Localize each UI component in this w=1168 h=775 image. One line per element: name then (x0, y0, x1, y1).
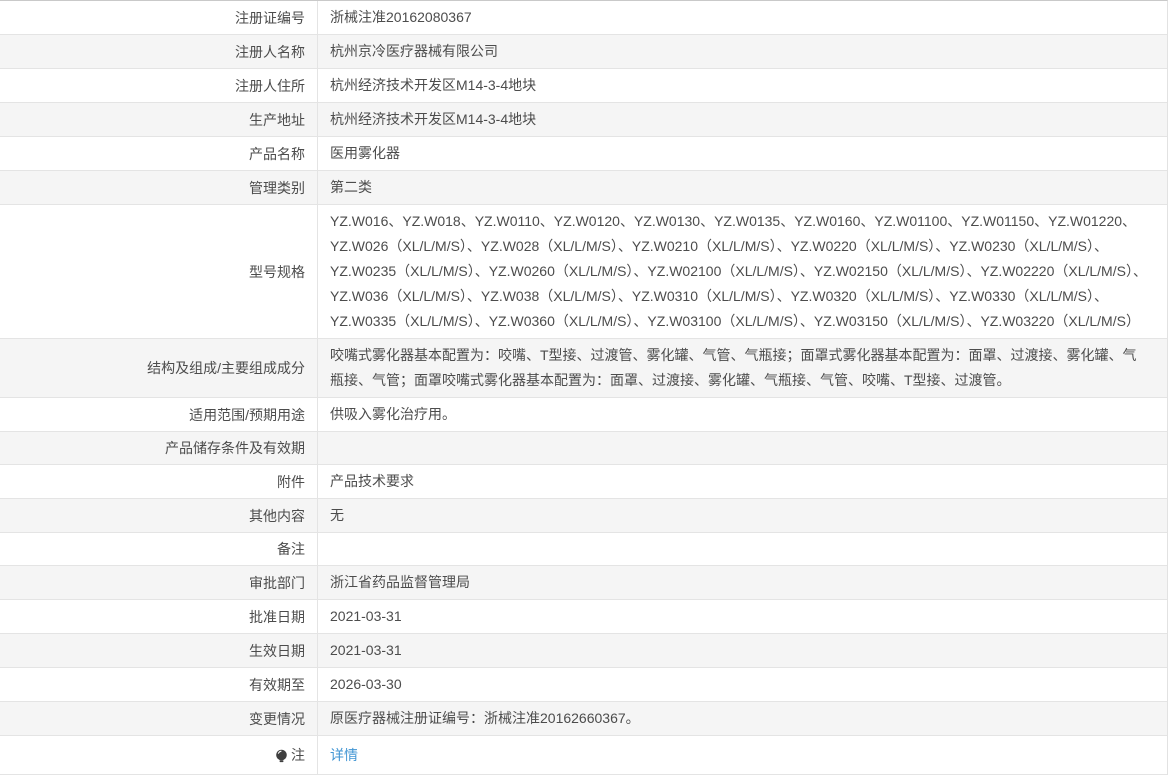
table-row-产品储存条件及有效期: 产品储存条件及有效期 (0, 432, 1167, 465)
row-label-cell: 生产地址 (0, 103, 318, 136)
row-label-cell: 注册人名称 (0, 35, 318, 68)
row-label: 审批部门 (249, 574, 305, 591)
row-value: 第二类 (330, 179, 372, 195)
row-label: 变更情况 (249, 710, 305, 727)
table-row-有效期至: 有效期至 2026-03-30 (0, 668, 1167, 702)
row-value-cell: 2021-03-31 (318, 600, 1167, 633)
row-value-cell: 杭州经济技术开发区M14-3-4地块 (318, 69, 1167, 102)
table-row-审批部门: 审批部门 浙江省药品监督管理局 (0, 566, 1167, 600)
row-label: 适用范围/预期用途 (189, 406, 305, 423)
row-label-cell: 审批部门 (0, 566, 318, 599)
row-value: 杭州经济技术开发区M14-3-4地块 (330, 77, 537, 93)
row-label-cell: 批准日期 (0, 600, 318, 633)
row-label: 产品名称 (249, 145, 305, 162)
registration-info-table: 注册证编号 浙械注准20162080367 注册人名称 杭州京冷医疗器械有限公司 (0, 0, 1168, 775)
row-label: 注 (291, 747, 305, 763)
row-label-cell: 备注 (0, 533, 318, 565)
row-label-cell: 型号规格 (0, 205, 318, 338)
row-value-cell: 咬嘴式雾化器基本配置为：咬嘴、T型接、过渡管、雾化罐、气管、气瓶接；面罩式雾化器… (318, 339, 1167, 397)
row-value-cell: 杭州经济技术开发区M14-3-4地块 (318, 103, 1167, 136)
lightbulb-icon (275, 749, 288, 764)
row-label-cell: 注册人住所 (0, 69, 318, 102)
table-row-注册证编号: 注册证编号 浙械注准20162080367 (0, 1, 1167, 35)
table-row-生效日期: 生效日期 2021-03-31 (0, 634, 1167, 668)
table-row-附件: 附件 产品技术要求 (0, 465, 1167, 499)
table-row-生产地址: 生产地址 杭州经济技术开发区M14-3-4地块 (0, 103, 1167, 137)
row-label: 管理类别 (249, 179, 305, 196)
row-label-cell: 产品储存条件及有效期 (0, 432, 318, 464)
row-value-cell: 2021-03-31 (318, 634, 1167, 667)
row-label-cell: 生效日期 (0, 634, 318, 667)
row-label-cell: 结构及组成/主要组成成分 (0, 339, 318, 397)
row-value: 浙械注准20162080367 (330, 9, 472, 25)
row-value: YZ.W016、YZ.W018、YZ.W0110、YZ.W0120、YZ.W01… (330, 213, 1147, 329)
row-label-cell: 注册证编号 (0, 1, 318, 34)
row-value-cell: 产品技术要求 (318, 465, 1167, 498)
detail-link[interactable]: 详情 (330, 743, 358, 768)
row-value-cell (318, 533, 1167, 565)
row-value: 无 (330, 507, 344, 523)
row-value: 杭州经济技术开发区M14-3-4地块 (330, 111, 537, 127)
row-value-cell: 浙械注准20162080367 (318, 1, 1167, 34)
row-value-cell: 医用雾化器 (318, 137, 1167, 170)
row-value-cell: 2026-03-30 (318, 668, 1167, 701)
row-value: 杭州京冷医疗器械有限公司 (330, 43, 498, 59)
row-label: 其他内容 (249, 507, 305, 524)
row-label-cell: 有效期至 (0, 668, 318, 701)
row-value: 产品技术要求 (330, 473, 414, 489)
row-label-cell: 注 (0, 736, 318, 774)
row-value: 2021-03-31 (330, 608, 402, 624)
row-value: 2026-03-30 (330, 676, 402, 692)
table-row-注: 注 详情 (0, 736, 1167, 775)
row-value-cell (318, 432, 1167, 464)
row-value: 2021-03-31 (330, 642, 402, 658)
row-label-cell: 管理类别 (0, 171, 318, 204)
table-row-变更情况: 变更情况 原医疗器械注册证编号：浙械注准20162660367。 (0, 702, 1167, 736)
table-row-注册人住所: 注册人住所 杭州经济技术开发区M14-3-4地块 (0, 69, 1167, 103)
table-row-批准日期: 批准日期 2021-03-31 (0, 600, 1167, 634)
row-label: 结构及组成/主要组成成分 (147, 360, 305, 376)
row-value-cell: 杭州京冷医疗器械有限公司 (318, 35, 1167, 68)
row-label: 注册人住所 (235, 77, 305, 94)
row-label: 型号规格 (249, 263, 305, 280)
row-value: 原医疗器械注册证编号：浙械注准20162660367。 (330, 710, 640, 726)
table-row-适用范围-预期用途: 适用范围/预期用途 供吸入雾化治疗用。 (0, 398, 1167, 432)
row-value-cell: 详情 (318, 736, 1167, 774)
table-row-型号规格: 型号规格 YZ.W016、YZ.W018、YZ.W0110、YZ.W0120、Y… (0, 205, 1167, 339)
table-row-管理类别: 管理类别 第二类 (0, 171, 1167, 205)
row-value-cell: 第二类 (318, 171, 1167, 204)
table-row-结构及组成-主要组成成分: 结构及组成/主要组成成分 咬嘴式雾化器基本配置为：咬嘴、T型接、过渡管、雾化罐、… (0, 339, 1167, 398)
row-label-cell: 产品名称 (0, 137, 318, 170)
row-label-cell: 适用范围/预期用途 (0, 398, 318, 431)
row-value-cell: 供吸入雾化治疗用。 (318, 398, 1167, 431)
row-label: 备注 (277, 541, 305, 557)
row-label: 产品储存条件及有效期 (165, 440, 305, 456)
table-row-其他内容: 其他内容 无 (0, 499, 1167, 533)
row-value: 供吸入雾化治疗用。 (330, 406, 456, 422)
row-value-cell: YZ.W016、YZ.W018、YZ.W0110、YZ.W0120、YZ.W01… (318, 205, 1167, 338)
row-value: 医用雾化器 (330, 145, 400, 161)
row-label: 注册人名称 (235, 43, 305, 60)
row-label: 批准日期 (249, 608, 305, 625)
row-value: 浙江省药品监督管理局 (330, 574, 470, 590)
row-value-cell: 原医疗器械注册证编号：浙械注准20162660367。 (318, 702, 1167, 735)
row-label-cell: 变更情况 (0, 702, 318, 735)
row-label: 生效日期 (249, 642, 305, 659)
row-label: 有效期至 (249, 676, 305, 693)
row-value: 咬嘴式雾化器基本配置为：咬嘴、T型接、过渡管、雾化罐、气管、气瓶接；面罩式雾化器… (330, 347, 1137, 388)
row-label: 附件 (277, 473, 305, 490)
row-label-cell: 附件 (0, 465, 318, 498)
row-value-cell: 无 (318, 499, 1167, 532)
row-label-cell: 其他内容 (0, 499, 318, 532)
row-label: 注册证编号 (235, 9, 305, 26)
row-label: 生产地址 (249, 111, 305, 128)
table-row-产品名称: 产品名称 医用雾化器 (0, 137, 1167, 171)
table-row-备注: 备注 (0, 533, 1167, 566)
row-value-cell: 浙江省药品监督管理局 (318, 566, 1167, 599)
table-row-注册人名称: 注册人名称 杭州京冷医疗器械有限公司 (0, 35, 1167, 69)
